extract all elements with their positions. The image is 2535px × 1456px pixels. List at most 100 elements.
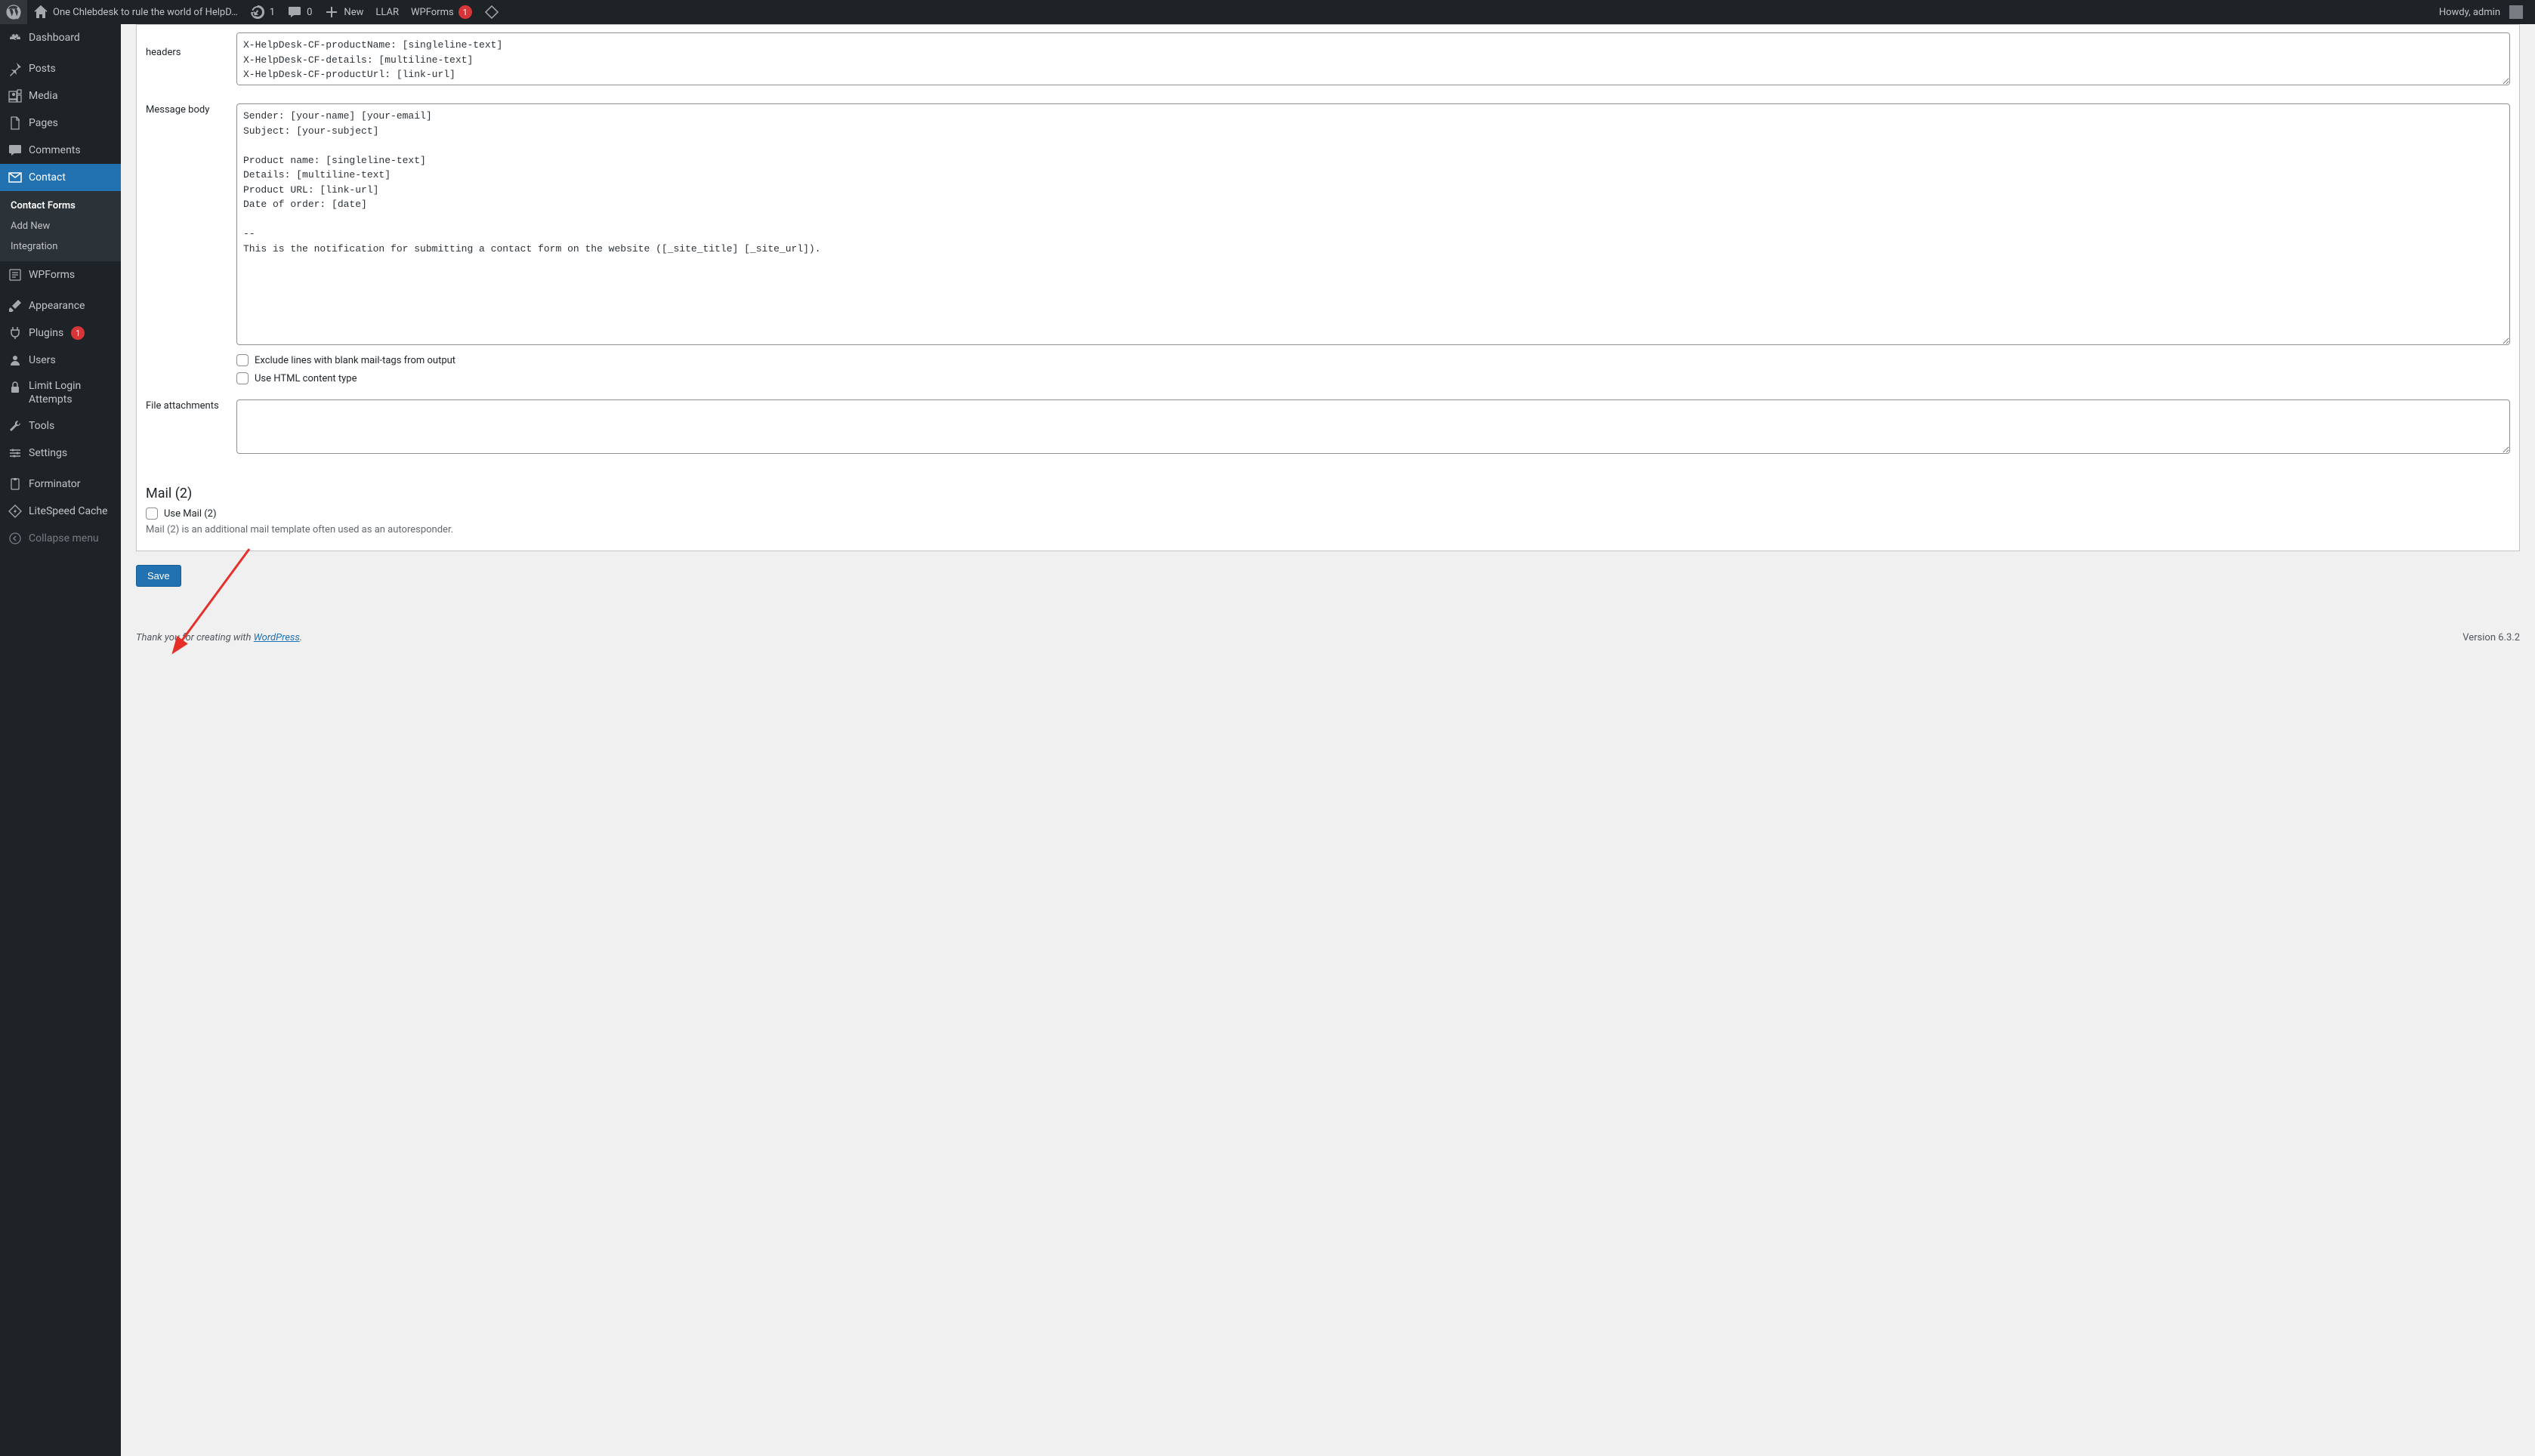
body-label: Message body bbox=[146, 103, 221, 384]
sidebar-collapse[interactable]: Collapse menu bbox=[0, 525, 121, 552]
additional-headers-input[interactable] bbox=[236, 32, 2510, 85]
footer-post: . bbox=[300, 632, 302, 643]
bolt-diamond-icon bbox=[8, 504, 23, 519]
wpforms-menu[interactable]: WPForms 1 bbox=[405, 0, 478, 24]
exclude-blank-checkbox[interactable] bbox=[236, 354, 249, 366]
sidebar-item-tools[interactable]: Tools bbox=[0, 412, 121, 440]
refresh-count: 1 bbox=[270, 7, 275, 18]
site-name-menu[interactable]: One Chlebdesk to rule the world of HelpD… bbox=[27, 0, 244, 24]
wpforms-label: WPForms bbox=[411, 7, 454, 18]
subitem-integration[interactable]: Integration bbox=[0, 236, 121, 257]
mail2-heading: Mail (2) bbox=[146, 486, 2510, 501]
attach-label: File attachments bbox=[146, 399, 221, 457]
media-icon bbox=[8, 88, 23, 103]
sidebar-item-label: Forminator bbox=[29, 478, 81, 490]
howdy-menu[interactable]: Howdy, admin bbox=[2433, 0, 2529, 24]
sidebar-item-label: Tools bbox=[29, 420, 54, 432]
use-mail2-row[interactable]: Use Mail (2) bbox=[146, 507, 2510, 520]
brush-icon bbox=[8, 298, 23, 313]
user-icon bbox=[8, 353, 23, 368]
sidebar-item-users[interactable]: Users bbox=[0, 347, 121, 374]
sidebar-item-media[interactable]: Media bbox=[0, 82, 121, 110]
llar-menu[interactable]: LLAR bbox=[369, 0, 405, 24]
dashboard-icon bbox=[8, 30, 23, 45]
sidebar-item-label: Limit Login Attempts bbox=[29, 380, 113, 406]
use-html-checkbox[interactable] bbox=[236, 372, 249, 384]
sidebar-item-appearance[interactable]: Appearance bbox=[0, 292, 121, 319]
avatar-icon bbox=[2509, 5, 2523, 19]
sidebar-item-settings[interactable]: Settings bbox=[0, 440, 121, 467]
use-html-label: Use HTML content type bbox=[255, 373, 357, 384]
sidebar-item-plugins[interactable]: Plugins 1 bbox=[0, 319, 121, 347]
site-name-label: One Chlebdesk to rule the world of HelpD… bbox=[53, 7, 238, 18]
sidebar-item-label: LiteSpeed Cache bbox=[29, 505, 108, 517]
sidebar-item-posts[interactable]: Posts bbox=[0, 55, 121, 82]
footer: Thank you for creating with WordPress. V… bbox=[136, 632, 2520, 643]
sidebar-item-forminator[interactable]: Forminator bbox=[0, 470, 121, 498]
sidebar-item-litespeed[interactable]: LiteSpeed Cache bbox=[0, 498, 121, 525]
comment-icon bbox=[8, 143, 23, 158]
pin-icon bbox=[8, 61, 23, 76]
sidebar-item-label: Plugins bbox=[29, 327, 63, 339]
content-area: Additional Additional headers headers Me… bbox=[121, 24, 2535, 1456]
use-html-row[interactable]: Use HTML content type bbox=[236, 372, 2510, 384]
plugins-badge: 1 bbox=[71, 326, 85, 340]
subitem-add-new[interactable]: Add New bbox=[0, 216, 121, 236]
sidebar-item-pages[interactable]: Pages bbox=[0, 110, 121, 137]
admin-sidebar: Dashboard Posts Media Pages Comments Con… bbox=[0, 24, 121, 1456]
plug-icon bbox=[8, 325, 23, 341]
sidebar-submenu-contact: Contact Forms Add New Integration bbox=[0, 191, 121, 261]
headers-label-text: headers bbox=[146, 47, 181, 58]
file-attachments-input[interactable] bbox=[236, 399, 2510, 454]
wrench-icon bbox=[8, 418, 23, 433]
mail-icon bbox=[8, 170, 23, 185]
wordpress-link[interactable]: WordPress bbox=[254, 632, 300, 643]
home-icon bbox=[33, 5, 48, 20]
exclude-blank-row[interactable]: Exclude lines with blank mail-tags from … bbox=[236, 354, 2510, 366]
admin-bar: One Chlebdesk to rule the world of HelpD… bbox=[0, 0, 2535, 24]
subitem-contact-forms[interactable]: Contact Forms bbox=[0, 196, 121, 216]
sidebar-item-label: WPForms bbox=[29, 269, 75, 281]
sidebar-item-dashboard[interactable]: Dashboard bbox=[0, 24, 121, 51]
mail-panel: Additional Additional headers headers Me… bbox=[136, 24, 2520, 551]
comment-icon bbox=[287, 5, 302, 20]
sidebar-item-label: Posts bbox=[29, 63, 56, 75]
sidebar-item-label: Collapse menu bbox=[29, 532, 99, 544]
sidebar-item-wpforms[interactable]: WPForms bbox=[0, 261, 121, 288]
plus-icon bbox=[324, 5, 339, 20]
refresh-menu[interactable]: 1 bbox=[244, 0, 281, 24]
headers-label: Additional Additional headers headers bbox=[146, 32, 221, 88]
sidebar-item-label: Media bbox=[29, 90, 58, 102]
llar-label: LLAR bbox=[375, 7, 399, 18]
page-icon bbox=[8, 116, 23, 131]
use-mail2-checkbox[interactable] bbox=[146, 507, 158, 520]
wp-logo-menu[interactable] bbox=[0, 0, 27, 24]
lock-icon bbox=[8, 380, 23, 395]
sidebar-item-comments[interactable]: Comments bbox=[0, 137, 121, 164]
sidebar-item-contact[interactable]: Contact bbox=[0, 164, 121, 191]
howdy-label: Howdy, admin bbox=[2439, 7, 2500, 18]
clipboard-icon bbox=[8, 477, 23, 492]
diamond-menu[interactable] bbox=[478, 0, 505, 24]
update-icon bbox=[250, 5, 265, 20]
comments-menu[interactable]: 0 bbox=[281, 0, 318, 24]
sidebar-item-label: Settings bbox=[29, 447, 67, 459]
diamond-icon bbox=[484, 5, 499, 20]
exclude-blank-label: Exclude lines with blank mail-tags from … bbox=[255, 355, 455, 366]
sidebar-item-label: Comments bbox=[29, 144, 81, 156]
sidebar-item-llar[interactable]: Limit Login Attempts bbox=[0, 374, 121, 412]
sidebar-item-label: Contact bbox=[29, 171, 66, 184]
footer-thanks: Thank you for creating with WordPress. bbox=[136, 632, 302, 643]
message-body-input[interactable] bbox=[236, 103, 2510, 345]
sidebar-item-label: Dashboard bbox=[29, 32, 80, 44]
new-label: New bbox=[344, 7, 363, 18]
form-icon bbox=[8, 267, 23, 282]
sliders-icon bbox=[8, 446, 23, 461]
footer-version: Version 6.3.2 bbox=[2462, 632, 2520, 643]
wpforms-badge: 1 bbox=[459, 5, 472, 19]
new-content-menu[interactable]: New bbox=[318, 0, 369, 24]
sidebar-item-label: Users bbox=[29, 354, 56, 366]
save-button[interactable]: Save bbox=[136, 565, 181, 587]
mail2-description: Mail (2) is an additional mail template … bbox=[146, 524, 2510, 535]
comments-count: 0 bbox=[307, 7, 312, 18]
